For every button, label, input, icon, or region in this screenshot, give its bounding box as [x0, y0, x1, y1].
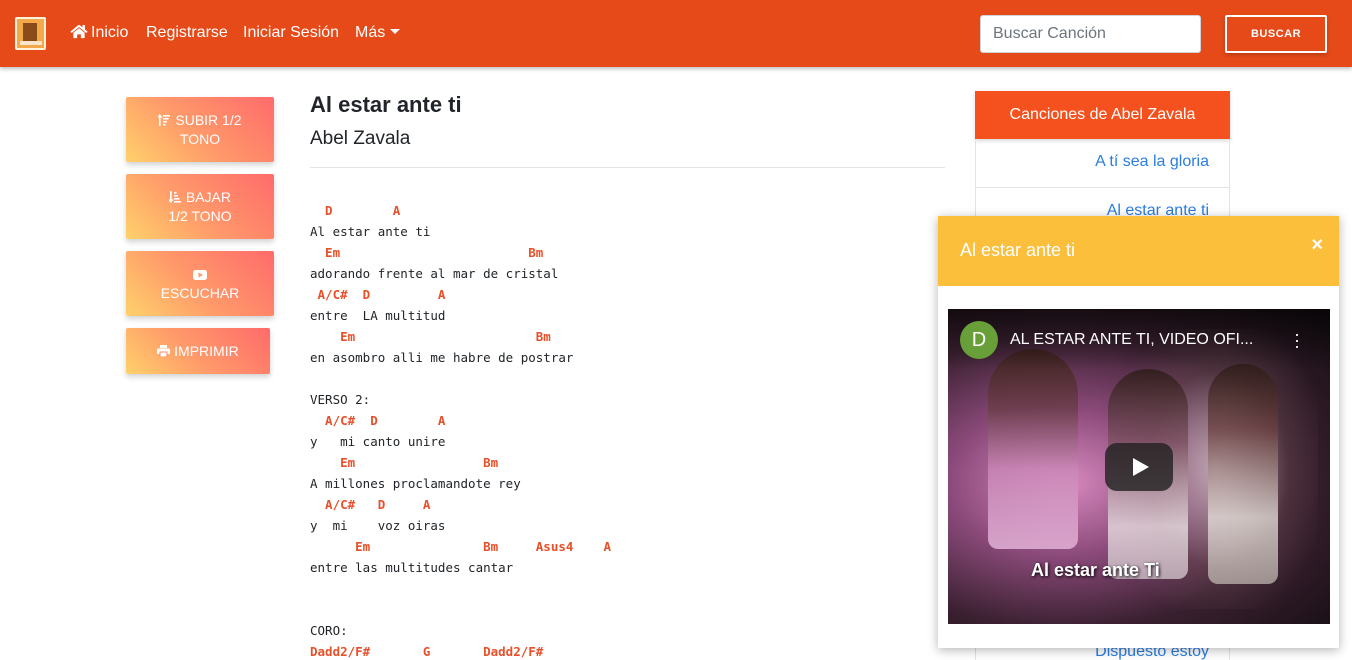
- video-caption: Al estar ante Ti: [1031, 560, 1160, 580]
- more-vert-icon[interactable]: · · ·: [1294, 325, 1300, 355]
- nav-register-link[interactable]: Registrarse: [146, 23, 228, 43]
- lyric-line: [310, 578, 611, 599]
- song-link[interactable]: A tí sea la gloria: [1095, 153, 1209, 171]
- sort-amount-down-icon: [167, 190, 181, 203]
- list-divider: [976, 187, 1229, 188]
- lyric-line: A millones proclamandote rey: [310, 476, 521, 491]
- lyric-line: entre las multitudes cantar: [310, 560, 514, 575]
- popup-title: Al estar ante ti: [960, 240, 1076, 260]
- lyric-line: y mi canto unire: [310, 434, 446, 449]
- nav-home-link[interactable]: Inicio: [70, 23, 128, 43]
- print-label-row: IMPRIMIR: [157, 342, 239, 361]
- transpose-up-label-row: SUBIR 1/2: [157, 111, 242, 130]
- chord-line: Em Bm: [310, 455, 499, 470]
- listen-label: ESCUCHAR: [160, 284, 240, 301]
- popup-header: Al estar ante ti ×: [938, 216, 1339, 286]
- top-navbar: Inicio Registrarse Iniciar Sesión Más BU…: [0, 0, 1352, 67]
- lyric-line: y mi voz oiras: [310, 518, 446, 533]
- transpose-up-button[interactable]: SUBIR 1/2 TONO: [126, 97, 274, 162]
- transpose-down-button[interactable]: BAJAR 1/2 TONO: [126, 174, 274, 239]
- channel-avatar[interactable]: D: [960, 321, 998, 359]
- nav-more-dropdown[interactable]: Más: [355, 23, 401, 43]
- chord-line: A/C# D A: [310, 287, 446, 302]
- chord-line: A/C# D A: [310, 413, 446, 428]
- transpose-down-line1: BAJAR: [185, 188, 231, 205]
- lyric-line: entre LA multitud: [310, 308, 446, 323]
- close-icon[interactable]: ×: [1311, 234, 1323, 257]
- lyrics-chords-block: D A Al estar ante ti Em Bm adorando frente…: [310, 200, 611, 660]
- video-player[interactable]: D AL ESTAR ANTE TI, VIDEO OFI... · · · Al …: [948, 309, 1330, 624]
- song-artist: Abel Zavala: [310, 128, 411, 149]
- print-label: IMPRIMIR: [174, 342, 239, 359]
- lyric-line: adorando frente al mar de cristal: [310, 266, 559, 281]
- print-button[interactable]: IMPRIMIR: [126, 328, 270, 374]
- lyric-line: CORO:: [310, 623, 348, 638]
- artist-songs-header: Canciones de Abel Zavala: [975, 91, 1230, 139]
- site-logo[interactable]: [15, 17, 46, 50]
- video-popup: Al estar ante ti × D AL ESTAR ANTE TI, V…: [938, 216, 1339, 648]
- chord-line: D A: [310, 203, 401, 218]
- transpose-up-line1: SUBIR 1/2: [175, 111, 242, 128]
- transpose-down-line2: 1/2 TONO: [168, 207, 232, 224]
- chord-line: Em Bm: [310, 245, 544, 260]
- nav-login-link[interactable]: Iniciar Sesión: [243, 23, 339, 43]
- transpose-up-line2: TONO: [179, 130, 221, 147]
- sort-amount-up-icon: [157, 113, 171, 126]
- listen-icon-row: [193, 265, 207, 284]
- listen-button[interactable]: ESCUCHAR: [126, 251, 274, 316]
- lyric-line: Al estar ante ti: [310, 224, 431, 239]
- video-frame-figure: [1208, 364, 1278, 584]
- search-input[interactable]: [980, 15, 1201, 53]
- chord-line: Em Bm Asus4 A: [310, 539, 612, 554]
- title-divider: [310, 167, 945, 168]
- video-title[interactable]: AL ESTAR ANTE TI, VIDEO OFI...: [1010, 331, 1253, 349]
- caret-down-icon: [390, 29, 401, 34]
- chord-line: A/C# D A: [310, 497, 431, 512]
- video-frame-figure: [988, 349, 1078, 549]
- song-title: Al estar ante ti: [310, 92, 462, 117]
- youtube-icon: [193, 269, 207, 280]
- search-button[interactable]: BUSCAR: [1225, 15, 1327, 53]
- nav-more-label: Más: [355, 24, 386, 41]
- chord-line: Em Bm: [310, 329, 551, 344]
- chord-line: Dadd2/F# G Dadd2/F#: [310, 644, 544, 659]
- home-icon: [70, 24, 88, 39]
- nav-home-label: Inicio: [91, 24, 129, 41]
- lyric-line: [310, 368, 611, 389]
- play-icon[interactable]: [1105, 443, 1173, 491]
- lyric-line: VERSO 2:: [310, 392, 371, 407]
- lyric-line: [310, 599, 611, 620]
- lyric-line: en asombro alli me habre de postrar: [310, 350, 574, 365]
- transpose-down-label-row: BAJAR: [167, 188, 231, 207]
- print-icon: [157, 344, 171, 357]
